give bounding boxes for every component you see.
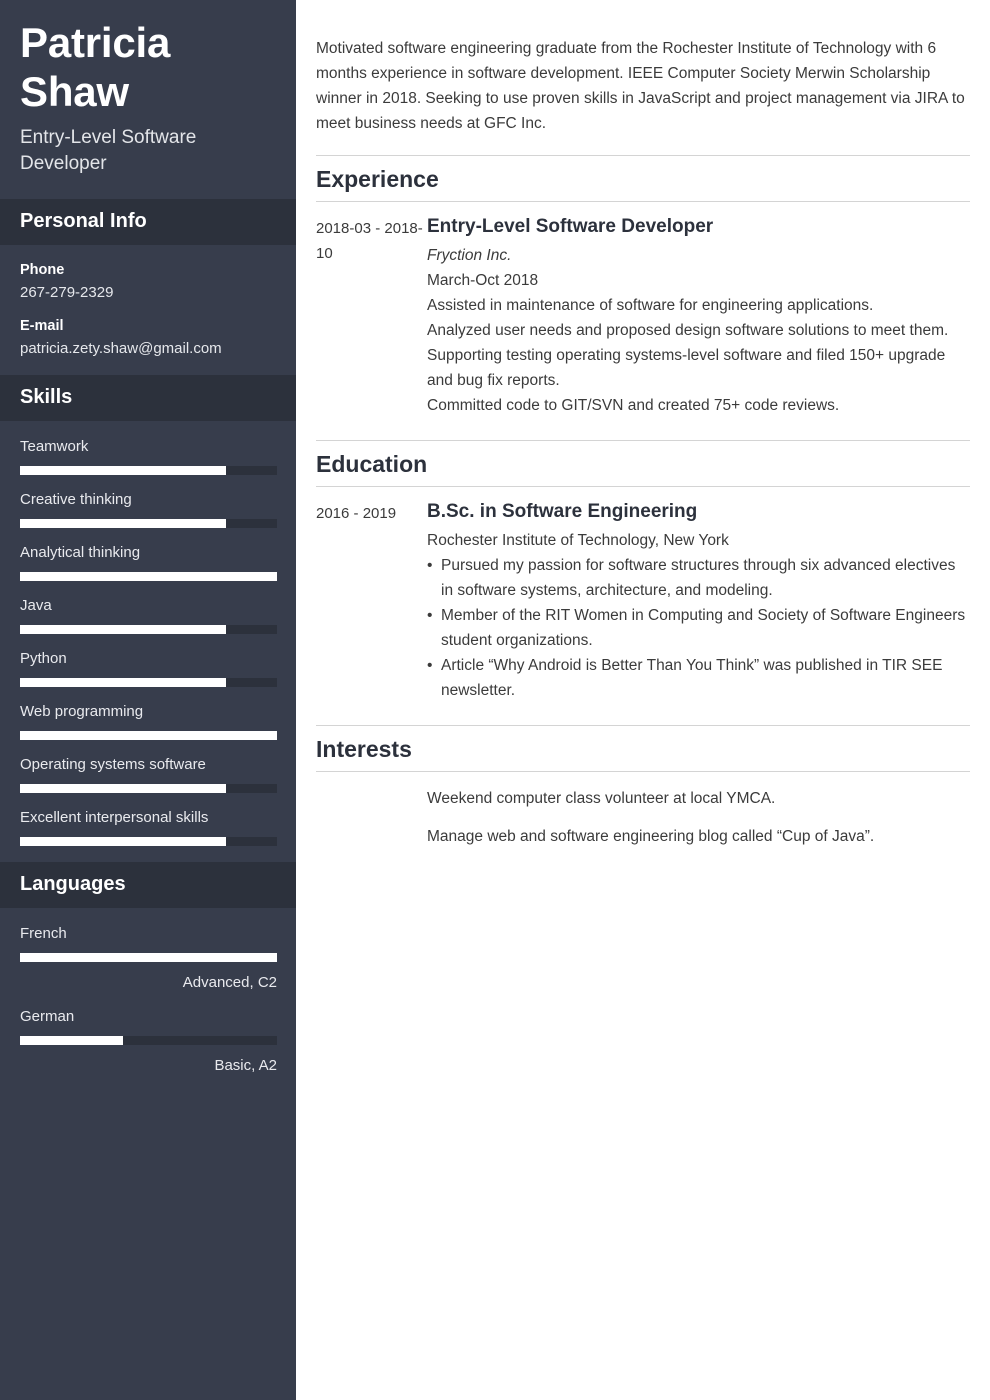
- list-item: Pursued my passion for software structur…: [427, 553, 970, 603]
- professional-summary: Motivated software engineering graduate …: [316, 39, 965, 132]
- entry-title: B.Sc. in Software Engineering: [427, 501, 698, 522]
- language-label: German: [20, 1008, 75, 1025]
- section-education: Education 2016 - 2019 B.Sc. in Software …: [316, 440, 970, 713]
- skill-label: Teamwork: [20, 438, 89, 455]
- skill-bar-track: [20, 572, 277, 581]
- entry-organization: Rochester Institute of Technology, New Y…: [427, 532, 729, 549]
- interests-entry: Weekend computer class volunteer at loca…: [316, 772, 970, 859]
- section-header-interests: Interests: [316, 725, 970, 772]
- language-level: Advanced, C2: [182, 974, 277, 991]
- skill-item: Creative thinking: [20, 490, 277, 528]
- email-value[interactable]: patricia.zety.shaw@gmail.com: [20, 339, 276, 359]
- language-level: Basic, A2: [214, 1057, 277, 1074]
- language-item: German Basic, A2: [20, 1007, 277, 1076]
- skill-item: Analytical thinking: [20, 543, 277, 581]
- interest-line: Manage web and software engineering blog…: [427, 828, 875, 845]
- skill-item: Java: [20, 596, 277, 634]
- entry-title: Entry-Level Software Developer: [427, 216, 714, 237]
- skill-bar-track: [20, 731, 277, 740]
- languages-heading: Languages: [20, 873, 126, 895]
- phone-value[interactable]: 267-279-2329: [20, 283, 276, 303]
- skill-label: Creative thinking: [20, 491, 132, 508]
- section-interests: Interests Weekend computer class volunte…: [316, 725, 970, 859]
- section-header-personal-info: Personal Info: [0, 199, 296, 245]
- skill-label: Python: [20, 650, 67, 667]
- skill-item: Operating systems software: [20, 755, 277, 793]
- info-item-email: E-mail patricia.zety.shaw@gmail.com: [20, 317, 276, 359]
- entry-bullet-list: Pursued my passion for software structur…: [427, 553, 970, 703]
- info-item-phone: Phone 267-279-2329: [20, 261, 276, 303]
- language-bar-fill: [20, 953, 277, 962]
- skill-label: Web programming: [20, 703, 144, 720]
- entry-date-spacer: [316, 786, 427, 849]
- skill-label: Excellent interpersonal skills: [20, 809, 209, 826]
- info-label: Phone: [20, 262, 65, 278]
- section-header-experience: Experience: [316, 155, 970, 202]
- full-name: Patricia Shaw: [20, 19, 171, 115]
- language-bar-track: [20, 953, 277, 962]
- entry-dates-text: March-Oct 2018: [427, 272, 539, 289]
- skill-item: Python: [20, 649, 277, 687]
- job-title: Entry-Level Software Developer: [20, 127, 197, 174]
- skill-item: Web programming: [20, 702, 277, 740]
- info-label: E-mail: [20, 318, 64, 334]
- skill-bar-track: [20, 784, 277, 793]
- skill-item: Teamwork: [20, 437, 277, 475]
- skill-label: Java: [20, 597, 52, 614]
- experience-entry: 2018-03 - 2018-10 Entry-Level Software D…: [316, 202, 970, 428]
- skill-bar-fill: [20, 625, 226, 634]
- skill-bar-fill: [20, 837, 226, 846]
- entry-body: B.Sc. in Software Engineering Rochester …: [427, 499, 970, 703]
- skill-label: Operating systems software: [20, 756, 206, 773]
- section-header-education: Education: [316, 440, 970, 487]
- personal-info-body: Phone 267-279-2329 E-mail patricia.zety.…: [0, 245, 296, 375]
- skill-bar-fill: [20, 784, 226, 793]
- entry-line: Committed code to GIT/SVN and created 75…: [427, 397, 840, 414]
- entry-organization: Fryction Inc.: [427, 247, 512, 264]
- main-content: Motivated software engineering graduate …: [296, 0, 990, 1400]
- skill-bar-fill: [20, 572, 277, 581]
- language-bar-track: [20, 1036, 277, 1045]
- interests-heading: Interests: [316, 736, 412, 762]
- skill-label: Analytical thinking: [20, 544, 141, 561]
- languages-body: French Advanced, C2 German Basic, A2: [0, 908, 296, 1104]
- skill-bar-fill: [20, 519, 226, 528]
- list-item: Member of the RIT Women in Computing and…: [427, 603, 970, 653]
- section-experience: Experience 2018-03 - 2018-10 Entry-Level…: [316, 155, 970, 428]
- section-header-languages: Languages: [0, 862, 296, 908]
- entry-body: Weekend computer class volunteer at loca…: [427, 786, 970, 849]
- entry-date: 2016 - 2019: [316, 505, 397, 522]
- sidebar-header: Patricia Shaw Entry-Level Software Devel…: [0, 0, 296, 199]
- section-header-skills: Skills: [0, 375, 296, 421]
- skill-bar-track: [20, 466, 277, 475]
- interest-line: Weekend computer class volunteer at loca…: [427, 790, 776, 807]
- entry-body: Entry-Level Software Developer Fryction …: [427, 214, 970, 418]
- experience-heading: Experience: [316, 166, 439, 192]
- sidebar: Patricia Shaw Entry-Level Software Devel…: [0, 0, 296, 1400]
- list-item: Article “Why Android is Better Than You …: [427, 653, 970, 703]
- language-label: French: [20, 925, 67, 942]
- entry-line: Analyzed user needs and proposed design …: [427, 322, 949, 339]
- education-entry: 2016 - 2019 B.Sc. in Software Engineerin…: [316, 487, 970, 713]
- personal-info-heading: Personal Info: [20, 210, 147, 232]
- language-bar-fill: [20, 1036, 123, 1045]
- entry-line: Supporting testing operating systems-lev…: [427, 347, 946, 389]
- skill-bar-track: [20, 625, 277, 634]
- skills-heading: Skills: [20, 386, 73, 408]
- skill-bar-fill: [20, 466, 226, 475]
- skill-bar-fill: [20, 731, 277, 740]
- skill-bar-track: [20, 519, 277, 528]
- language-item: French Advanced, C2: [20, 924, 277, 993]
- skill-bar-fill: [20, 678, 226, 687]
- resume-page: Patricia Shaw Entry-Level Software Devel…: [0, 0, 990, 1400]
- entry-date: 2018-03 - 2018-10: [316, 220, 423, 262]
- skill-bar-track: [20, 678, 277, 687]
- skill-bar-track: [20, 837, 277, 846]
- entry-line: Assisted in maintenance of software for …: [427, 297, 874, 314]
- skill-item: Excellent interpersonal skills: [20, 808, 277, 846]
- skills-body: Teamwork Creative thinking Analytical th…: [0, 421, 296, 862]
- education-heading: Education: [316, 451, 428, 477]
